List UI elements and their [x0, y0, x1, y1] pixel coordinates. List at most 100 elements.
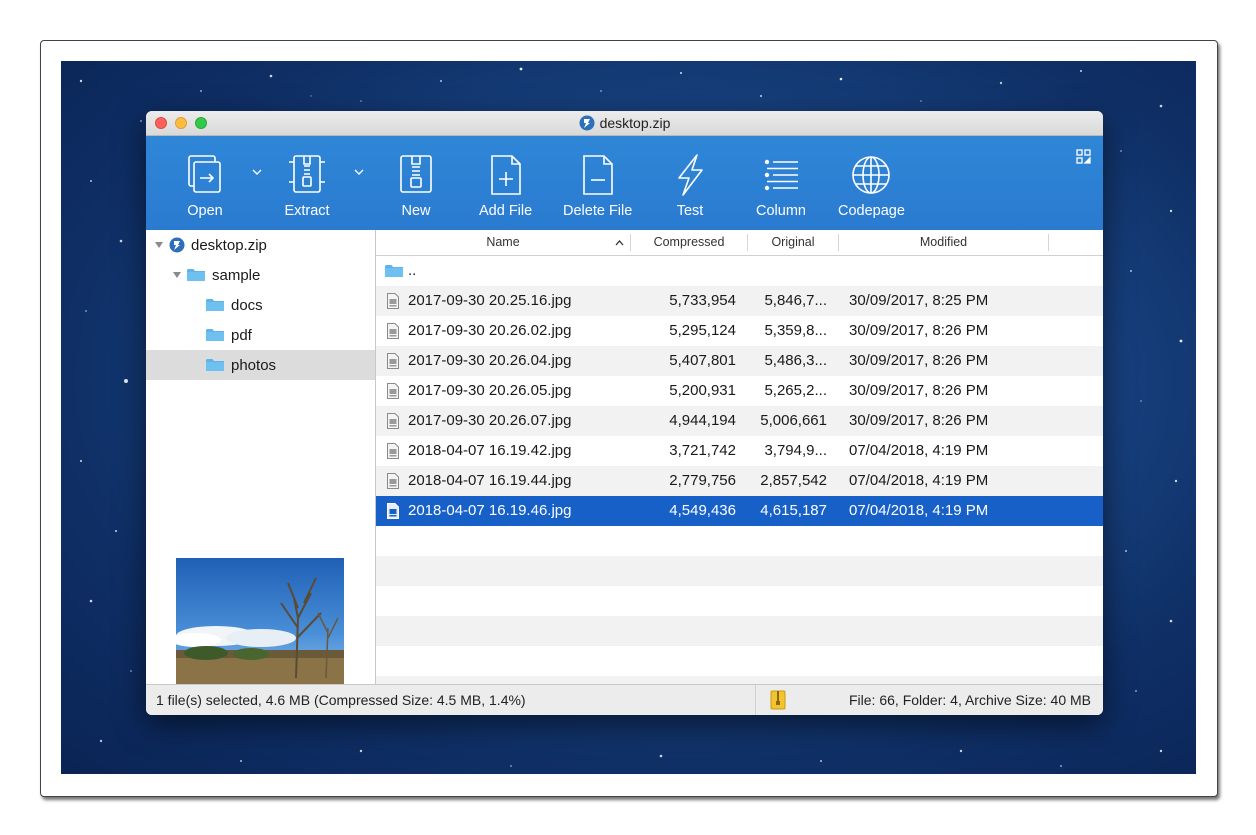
modified-date-cell: 07/04/2018, 4:19 PM — [849, 502, 989, 519]
modified-date-cell: 30/09/2017, 8:25 PM — [849, 292, 989, 309]
preview-photo — [176, 558, 344, 684]
file-name-cell: 2017-09-30 20.26.02.jpg — [408, 322, 572, 339]
table-row[interactable]: 2018-04-07 16.19.44.jpg 2,779,756 2,857,54… — [376, 466, 1103, 496]
file-name-cell: 2018-04-07 16.19.42.jpg — [408, 442, 572, 459]
compressed-size-cell: 5,200,931 — [669, 382, 736, 399]
tree-item-pdf[interactable]: pdf — [146, 320, 375, 350]
archive-status: File: 66, Folder: 4, Archive Size: 40 MB — [849, 692, 1091, 708]
column-header-modified[interactable]: Modified — [839, 230, 1048, 255]
disclosure-triangle-open-icon[interactable] — [172, 270, 182, 280]
selection-status: 1 file(s) selected, 4.6 MB (Compressed S… — [156, 692, 526, 708]
folder-icon — [385, 265, 403, 277]
original-size-cell: 5,359,8... — [764, 322, 827, 339]
table-row[interactable]: 2017-09-30 20.26.04.jpg 5,407,801 5,486,3.… — [376, 346, 1103, 376]
title-bar[interactable]: desktop.zip — [146, 111, 1103, 136]
window-title: desktop.zip — [599, 115, 671, 131]
open-label: Open — [187, 203, 223, 219]
modified-date-cell: 07/04/2018, 4:19 PM — [849, 472, 989, 489]
file-name-cell: 2017-09-30 20.26.07.jpg — [408, 412, 572, 429]
parent-folder-row[interactable]: .. — [376, 256, 1103, 286]
column-header-name[interactable]: Name — [376, 230, 630, 255]
add-file-button[interactable]: Add File — [479, 152, 532, 219]
folder-icon — [206, 359, 224, 371]
disclosure-triangle-open-icon[interactable] — [154, 240, 164, 250]
toggle-view-icon[interactable] — [1076, 149, 1091, 164]
file-name-cell: 2018-04-07 16.19.46.jpg — [408, 502, 572, 519]
extract-label: Extract — [284, 203, 330, 219]
column-header-modified-label: Modified — [919, 235, 968, 249]
extract-button[interactable]: Extract — [284, 152, 330, 219]
table-row[interactable]: 2017-09-30 20.26.02.jpg 5,295,124 5,359,8.… — [376, 316, 1103, 346]
modified-date-cell: 30/09/2017, 8:26 PM — [849, 322, 989, 339]
table-row[interactable]: 2017-09-30 20.26.07.jpg 4,944,194 5,006,66… — [376, 406, 1103, 436]
column-header-compressed-label: Compressed — [653, 235, 725, 249]
desktop-background: desktop.zip Open Extract New Add File De… — [61, 61, 1196, 774]
modified-date-cell: 30/09/2017, 8:26 PM — [849, 382, 989, 399]
table-row[interactable]: 2017-09-30 20.25.16.jpg 5,733,954 5,846,7.… — [376, 286, 1103, 316]
sidebar-tree: desktop.zip sample docs pdf photos — [146, 230, 376, 685]
extract-dropdown-chevron-icon[interactable] — [354, 167, 364, 177]
delete-file-label: Delete File — [563, 203, 633, 219]
extract-zip-icon — [289, 155, 325, 193]
original-size-cell: 5,846,7... — [764, 292, 827, 309]
tree-item-sample[interactable]: sample — [146, 260, 375, 290]
image-file-icon — [387, 473, 399, 489]
file-name-cell: 2018-04-07 16.19.44.jpg — [408, 472, 572, 489]
status-divider — [755, 685, 756, 715]
archive-icon — [169, 237, 185, 253]
image-file-icon — [387, 353, 399, 369]
add-file-label: Add File — [479, 203, 533, 219]
table-row[interactable]: 2017-09-30 20.26.05.jpg 5,200,931 5,265,2.… — [376, 376, 1103, 406]
list-header: Name Compressed Original Modified — [376, 230, 1103, 256]
tree-item-label: pdf — [231, 326, 252, 344]
compressed-size-cell: 4,944,194 — [669, 412, 736, 429]
column-header-name-label: Name — [486, 235, 520, 249]
open-button[interactable]: Open — [182, 152, 228, 219]
original-size-cell: 5,486,3... — [764, 352, 827, 369]
tree-item-label: docs — [231, 296, 263, 314]
empty-row — [376, 646, 1103, 676]
file-name-cell: 2017-09-30 20.25.16.jpg — [408, 292, 572, 309]
delete-file-button[interactable]: Delete File — [563, 152, 632, 219]
image-file-icon — [387, 323, 399, 339]
tree-item-docs[interactable]: docs — [146, 290, 375, 320]
codepage-button[interactable]: Codepage — [838, 152, 905, 219]
sort-ascending-chevron-icon — [615, 240, 624, 246]
table-row[interactable]: 2018-04-07 16.19.46.jpg 4,549,436 4,615,18… — [376, 496, 1103, 526]
column-button[interactable]: Column — [756, 152, 806, 219]
folder-icon — [187, 269, 205, 281]
codepage-label: Codepage — [838, 203, 905, 219]
column-header-original-label: Original — [771, 235, 815, 249]
compressed-size-cell: 2,779,756 — [669, 472, 736, 489]
archive-app-icon — [579, 115, 595, 131]
test-button[interactable]: Test — [667, 152, 713, 219]
app-window: desktop.zip Open Extract New Add File De… — [146, 111, 1103, 715]
compressed-size-cell: 4,549,436 — [669, 502, 736, 519]
open-dropdown-chevron-icon[interactable] — [252, 167, 262, 177]
original-size-cell: 2,857,542 — [760, 472, 827, 489]
add-file-icon — [490, 155, 521, 195]
image-preview — [176, 558, 344, 684]
empty-row — [376, 556, 1103, 586]
column-separator[interactable] — [1048, 234, 1049, 251]
image-file-icon — [387, 443, 399, 459]
new-button[interactable]: New — [393, 152, 439, 219]
modified-date-cell: 30/09/2017, 8:26 PM — [849, 412, 989, 429]
column-label: Column — [756, 203, 806, 219]
tree-item-photos[interactable]: photos — [146, 350, 375, 380]
test-label: Test — [676, 203, 704, 219]
file-name-cell: 2017-09-30 20.26.04.jpg — [408, 352, 572, 369]
column-header-original[interactable]: Original — [748, 230, 838, 255]
delete-file-icon — [582, 155, 613, 195]
tree-item-desktop-zip[interactable]: desktop.zip — [146, 230, 375, 260]
lightning-icon — [678, 154, 703, 196]
image-file-icon — [387, 413, 399, 429]
new-archive-icon — [400, 155, 432, 193]
folder-icon — [206, 329, 224, 341]
empty-row — [376, 616, 1103, 646]
original-size-cell: 5,265,2... — [764, 382, 827, 399]
table-row[interactable]: 2018-04-07 16.19.42.jpg 3,721,742 3,794,9.… — [376, 436, 1103, 466]
original-size-cell: 4,615,187 — [760, 502, 827, 519]
column-header-compressed[interactable]: Compressed — [631, 230, 747, 255]
list-columns-icon — [764, 159, 798, 191]
